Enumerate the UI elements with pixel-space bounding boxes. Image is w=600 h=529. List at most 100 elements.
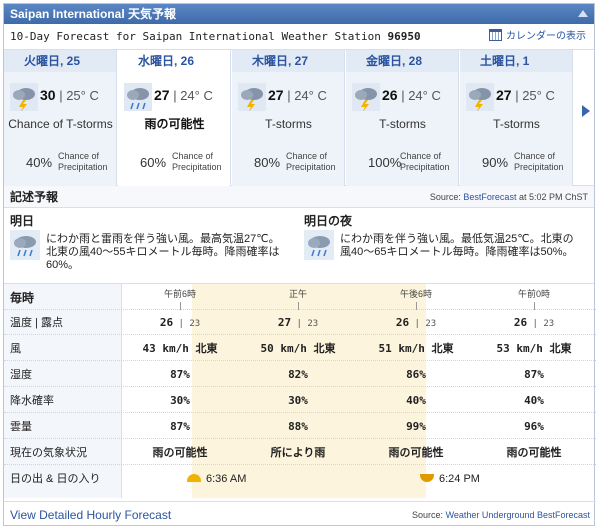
hourly-value: 30% xyxy=(288,394,308,407)
precip-chance: 80% xyxy=(254,155,281,170)
row-label: 湿度 xyxy=(10,369,32,381)
hourly-value: 30% xyxy=(170,394,190,407)
widget-title: Saipan International 天気予報 xyxy=(10,7,177,21)
calendar-link[interactable]: カレンダーの表示 xyxy=(489,24,586,50)
weather-underground-link[interactable]: Weather Underground BestForecast xyxy=(446,510,590,520)
day-temps: 30 | 25° C xyxy=(40,87,99,103)
hour-tick xyxy=(180,302,181,310)
day-name[interactable]: 木曜日, 27 xyxy=(232,50,344,72)
precip-label: Chance of Precipitation xyxy=(58,151,108,172)
day-temps: 27 | 24° C xyxy=(268,87,327,103)
day-card[interactable]: 土曜日, 1 27 | 25° C T-storms 90% Chance of Prec… xyxy=(460,50,573,186)
hourly-heading: 毎時 xyxy=(10,291,35,305)
sun-label: 日の出 & 日の入り xyxy=(10,473,101,485)
tstorm-cloud-icon xyxy=(238,83,266,111)
tstorm-cloud-icon xyxy=(352,83,380,111)
day-temps: 27 | 24° C xyxy=(154,87,213,103)
title-bar: Saipan International 天気予報 xyxy=(4,4,594,24)
hourly-value: 99% xyxy=(406,420,426,433)
hourly-value: 40% xyxy=(406,394,426,407)
narrative-source: Source: BestForecast at 5:02 PM ChST xyxy=(429,192,588,202)
footer-source: Source: Weather Underground BestForecast xyxy=(412,510,590,520)
sunset-icon xyxy=(420,474,434,482)
hour-label: 午前0時 xyxy=(517,289,550,299)
low-temp: 25° C xyxy=(522,88,555,103)
day-name[interactable]: 水曜日, 26 xyxy=(118,50,230,72)
narrative-header: 記述予報 Source: BestForecast at 5:02 PM ChS… xyxy=(4,186,594,208)
day-card[interactable]: 火曜日, 25 30 | 25° C Chance of T-storms 40% Ch… xyxy=(4,50,117,186)
hourly-value: 26 | 23 xyxy=(395,316,437,329)
hourly-value: 26 | 23 xyxy=(513,316,555,329)
footer: View Detailed Hourly Forecast Source: We… xyxy=(4,501,596,527)
low-temp: 25° C xyxy=(66,88,99,103)
day-name[interactable]: 土曜日, 1 xyxy=(460,50,572,72)
sunrise-icon xyxy=(187,474,201,482)
hourly-value: 82% xyxy=(288,368,308,381)
day-temps: 27 | 25° C xyxy=(496,87,555,103)
high-temp: 27 xyxy=(268,87,284,103)
hourly-value: 53 km/h 北東 xyxy=(496,342,572,355)
hourly-table: 毎時 午前6時 正午 午後6時 午前0時 温度 | 露点 26 | 23 27 | 23 26 … xyxy=(4,284,596,498)
precip-label: Chance of Precipitation xyxy=(400,151,450,172)
hourly-value: 50 km/h 北東 xyxy=(260,342,336,355)
high-temp: 30 xyxy=(40,87,56,103)
day-condition: T-storms xyxy=(265,117,312,131)
day-name[interactable]: 金曜日, 28 xyxy=(346,50,458,72)
hour-tick xyxy=(534,302,535,310)
sunrise-time: 6:36 AM xyxy=(206,473,247,485)
hourly-value: 所により雨 xyxy=(270,446,326,459)
day-condition: T-storms xyxy=(493,117,540,131)
rain-cloud-icon xyxy=(10,230,40,260)
forecast-subtitle: 10-Day Forecast for Saipan International… xyxy=(4,24,594,50)
tstorm-cloud-icon xyxy=(466,83,494,111)
cloud-cover-row: 雲量 87% 88% 99% 96% xyxy=(4,415,596,439)
hourly-value: 87% xyxy=(170,420,190,433)
hour-label: 午後6時 xyxy=(399,289,432,299)
day-card[interactable]: 木曜日, 27 27 | 24° C T-storms 80% Chance of Pre… xyxy=(232,50,345,186)
hourly-value: 86% xyxy=(406,368,426,381)
row-label: 現在の気象状況 xyxy=(10,447,87,459)
low-temp: 24° C xyxy=(180,88,213,103)
collapse-triangle-icon[interactable] xyxy=(578,10,588,17)
row-label: 雲量 xyxy=(10,421,32,433)
sun-row: 日の出 & 日の入り 6:36 AM 6:24 PM xyxy=(4,467,596,491)
narrative-tomorrow-title: 明日 xyxy=(10,214,35,228)
precip-chance: 60% xyxy=(140,155,167,170)
hourly-value: 87% xyxy=(524,368,544,381)
hourly-value: 88% xyxy=(288,420,308,433)
narrative-body: 明日 にわか雨と雷雨を伴う強い風。最高気温27℃。北東の風40～55キロメートル… xyxy=(4,208,594,284)
sunset-time: 6:24 PM xyxy=(439,473,480,485)
row-label: 温度 | 露点 xyxy=(10,317,63,329)
high-temp: 27 xyxy=(496,87,512,103)
hourly-value: 40% xyxy=(524,394,544,407)
precip-label: Chance of Precipitation xyxy=(286,151,336,172)
low-temp: 24° C xyxy=(294,88,327,103)
row-label: 風 xyxy=(10,343,21,355)
day-card[interactable]: 金曜日, 28 26 | 24° C T-storms 100% Chance of Pr… xyxy=(346,50,459,186)
precip-label: Chance of Precipitation xyxy=(514,151,564,172)
bestforecast-link[interactable]: BestForecast xyxy=(463,192,516,202)
narrative-tomorrow: 明日 にわか雨と雷雨を伴う強い風。最高気温27℃。北東の風40～55キロメートル… xyxy=(10,212,280,272)
precip-chance: 100% xyxy=(368,155,402,170)
high-temp: 27 xyxy=(154,87,170,103)
hourly-value: 87% xyxy=(170,368,190,381)
precip-row: 降水確率 30% 30% 40% 40% xyxy=(4,389,596,413)
day-condition: T-storms xyxy=(379,117,426,131)
high-temp: 26 xyxy=(382,87,398,103)
forecast-widget: Saipan International 天気予報 10-Day Forecas… xyxy=(3,3,596,527)
hourly-value: 26 | 23 xyxy=(159,316,201,329)
rain-cloud-icon xyxy=(124,83,152,111)
hourly-value: 96% xyxy=(524,420,544,433)
day-name[interactable]: 火曜日, 25 xyxy=(4,50,116,72)
day-condition: 雨の可能性 xyxy=(144,117,205,131)
hourly-forecast-link[interactable]: View Detailed Hourly Forecast xyxy=(10,502,171,528)
precip-chance: 40% xyxy=(26,155,53,170)
day-card[interactable]: 水曜日, 26 27 | 24° C 雨の可能性 60% Chance of Precip… xyxy=(118,50,231,186)
hour-tick xyxy=(416,302,417,310)
narrative-night-text: にわか雨を伴う強い風。最低気温25℃。北東の風40～65キロメートル毎時。降雨確… xyxy=(340,233,574,258)
calendar-label: カレンダーの表示 xyxy=(506,31,586,42)
hourly-value: 27 | 23 xyxy=(277,316,319,329)
hour-label: 正午 xyxy=(288,289,307,299)
row-label: 降水確率 xyxy=(10,395,54,407)
next-days-arrow-icon[interactable] xyxy=(582,105,590,117)
